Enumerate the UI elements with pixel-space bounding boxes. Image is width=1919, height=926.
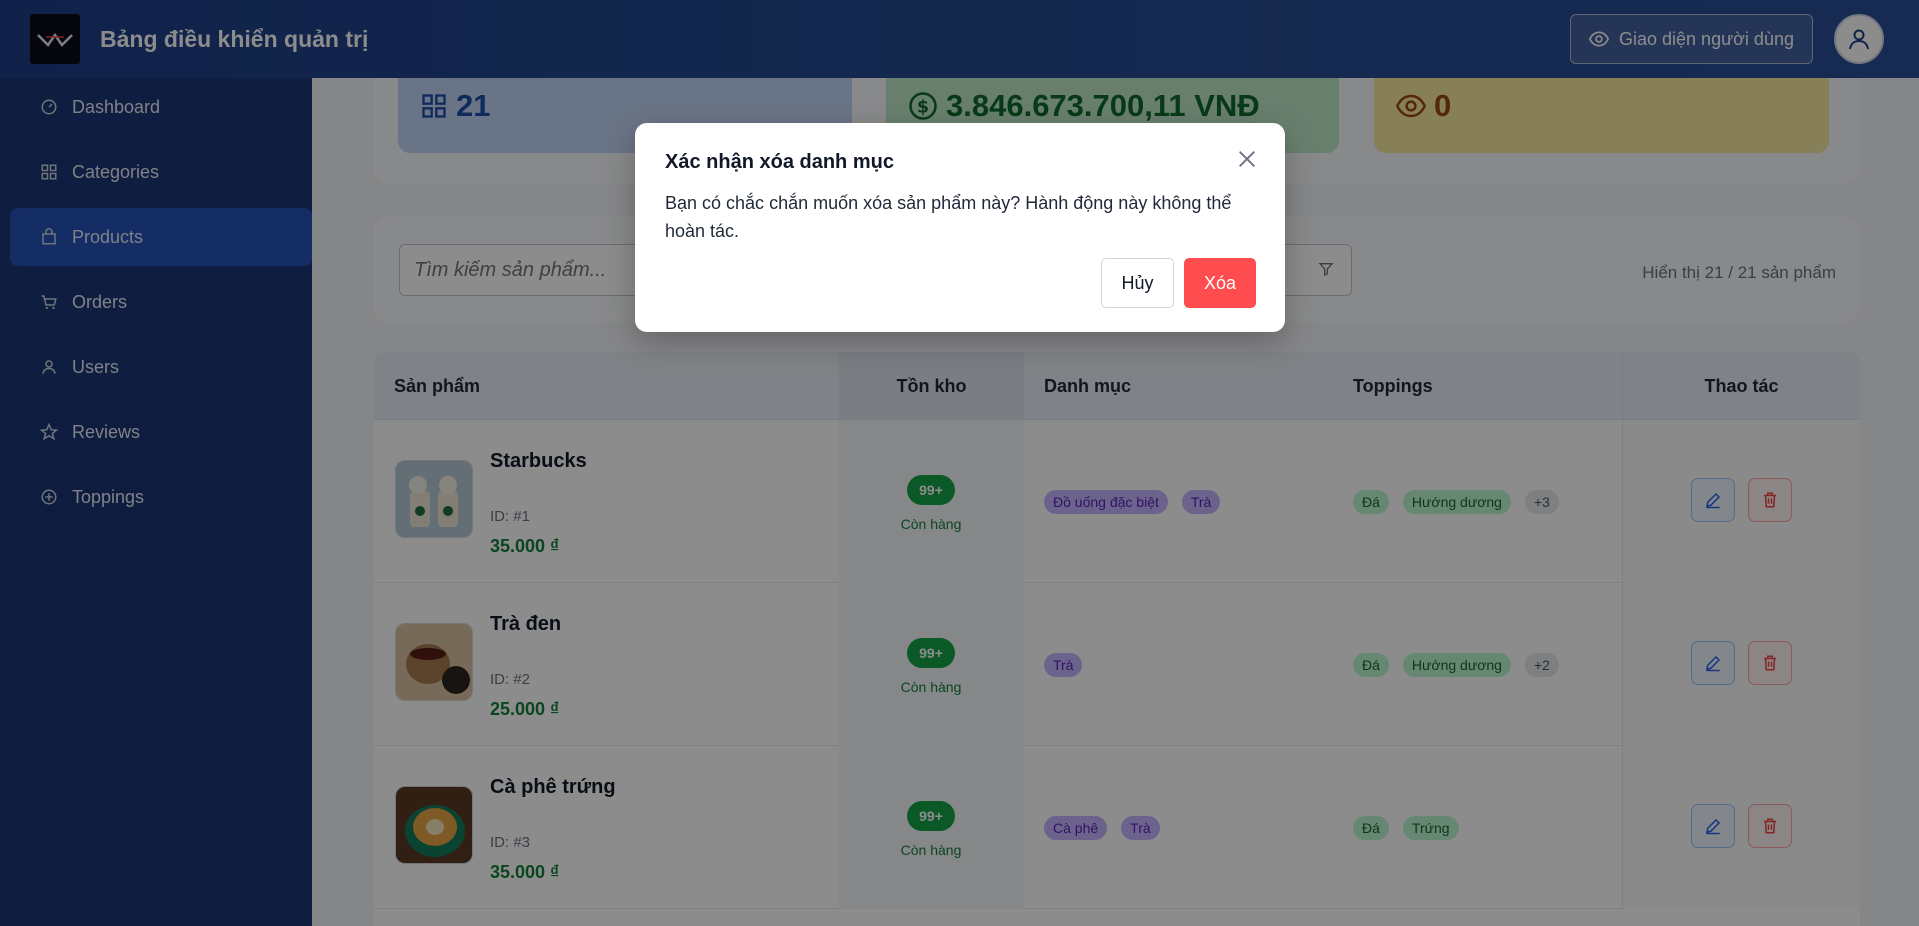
cancel-button[interactable]: Hủy	[1101, 258, 1174, 308]
close-icon[interactable]	[1236, 148, 1258, 170]
delete-confirm-button[interactable]: Xóa	[1184, 258, 1256, 308]
modal-body: Bạn có chắc chắn muốn xóa sản phẩm này? …	[665, 193, 1232, 241]
delete-confirm-modal: Xác nhận xóa danh mục Bạn có chắc chắn m…	[635, 123, 1285, 332]
modal-title: Xác nhận xóa danh mục	[665, 151, 894, 173]
